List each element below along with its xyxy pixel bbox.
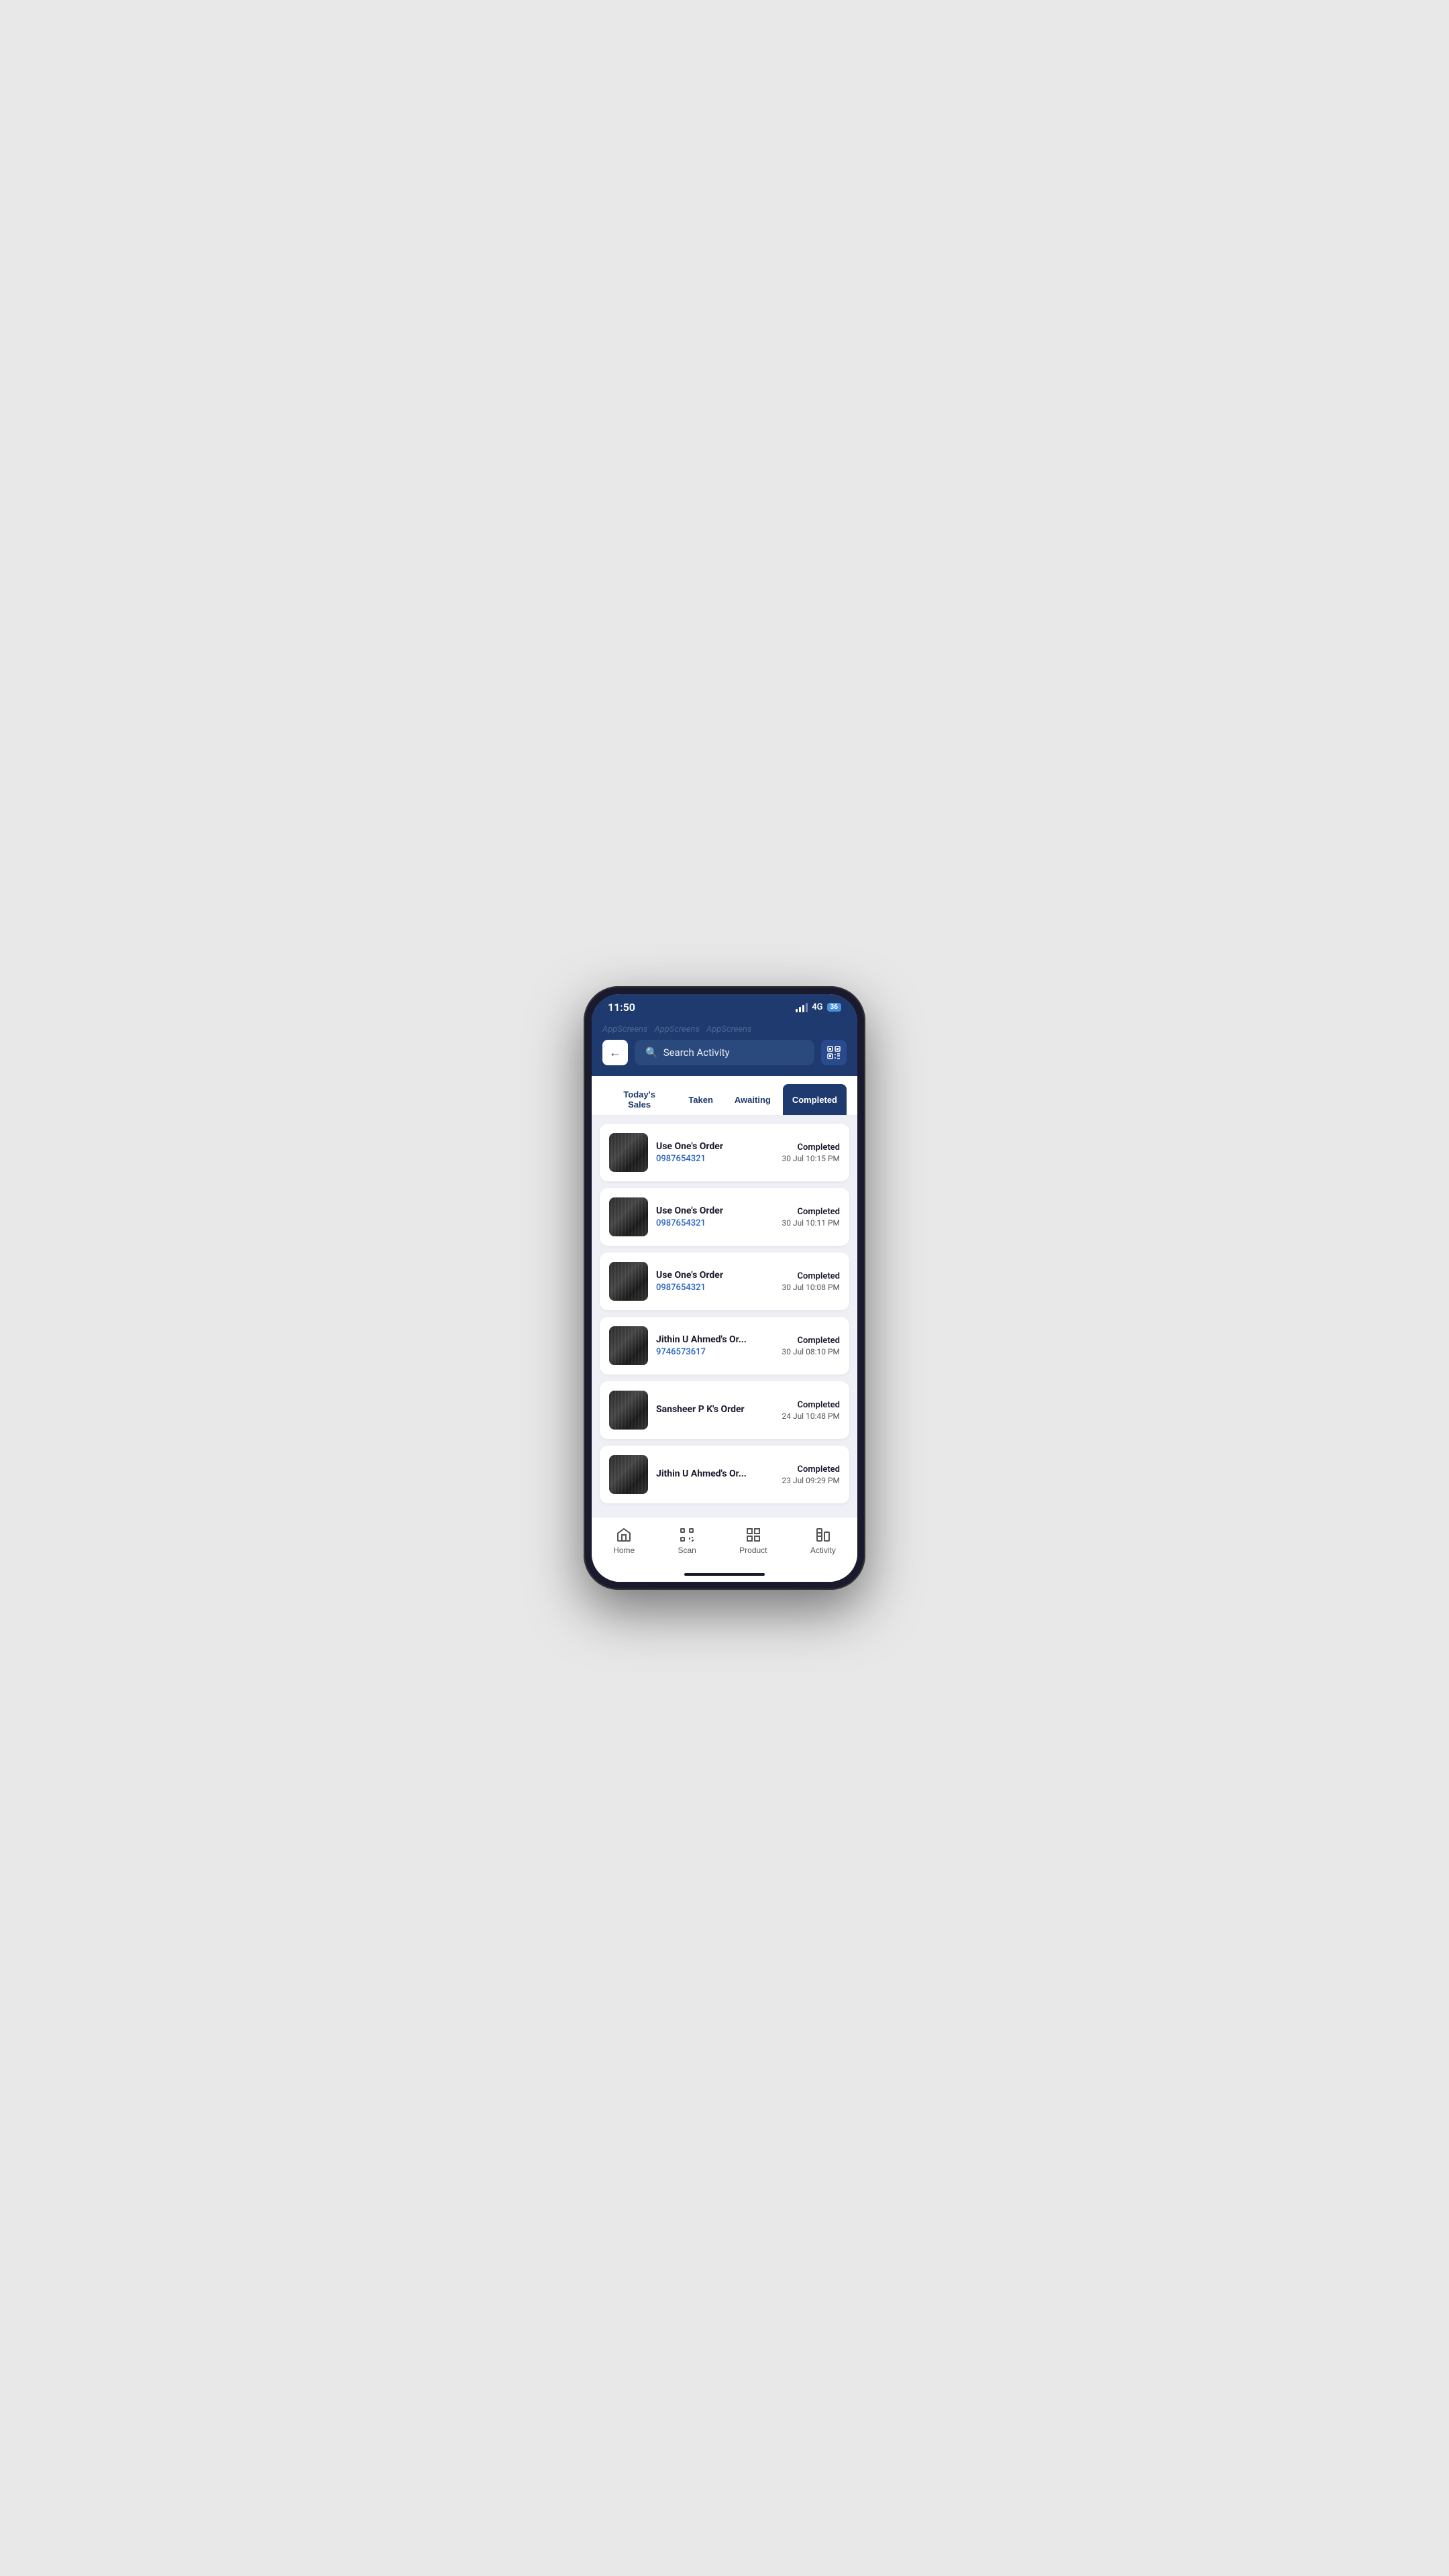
- order-info: Jithin U Ahmed's Or...: [656, 1468, 773, 1481]
- app-header: AppScreens AppScreens AppScreens ← 🔍 Sea…: [592, 1018, 857, 1076]
- order-date: 23 Jul 09:29 PM: [782, 1476, 840, 1485]
- bottom-nav: Home Scan: [592, 1517, 857, 1567]
- order-status: Completed: [782, 1336, 840, 1346]
- order-info: Sansheer P K's Order: [656, 1404, 773, 1417]
- order-title: Use One's Order: [656, 1270, 773, 1281]
- watermark-3: AppScreens: [706, 1024, 751, 1034]
- order-thumbnail: [609, 1455, 648, 1494]
- home-icon: [616, 1527, 632, 1543]
- order-date: 30 Jul 10:11 PM: [782, 1218, 840, 1228]
- network-type: 4G: [812, 1002, 822, 1012]
- order-status: Completed: [782, 1142, 840, 1152]
- order-date: 30 Jul 10:08 PM: [782, 1283, 840, 1292]
- activity-icon: [815, 1527, 831, 1543]
- search-row: ← 🔍 Search Activity: [602, 1040, 847, 1065]
- order-thumbnail: [609, 1326, 648, 1365]
- order-status: Completed: [782, 1400, 840, 1410]
- qr-scan-button[interactable]: [821, 1040, 847, 1065]
- watermark-2: AppScreens: [654, 1024, 699, 1034]
- order-status-block: Completed 30 Jul 10:08 PM: [782, 1271, 840, 1292]
- list-item[interactable]: Use One's Order 0987654321 Completed 30 …: [600, 1188, 849, 1246]
- order-phone: 9746573617: [656, 1347, 773, 1357]
- watermark-1: AppScreens: [602, 1024, 647, 1034]
- search-placeholder: Search Activity: [663, 1046, 730, 1059]
- order-list: Use One's Order 0987654321 Completed 30 …: [592, 1116, 857, 1517]
- nav-item-home[interactable]: Home: [602, 1524, 645, 1558]
- tab-todays-sales[interactable]: Today's Sales: [602, 1084, 676, 1115]
- battery-indicator: 36: [827, 1003, 841, 1012]
- status-icons: 4G 36: [796, 1002, 841, 1012]
- order-info: Use One's Order 0987654321: [656, 1270, 773, 1293]
- list-item[interactable]: Sansheer P K's Order Completed 24 Jul 10…: [600, 1381, 849, 1439]
- order-phone: 0987654321: [656, 1283, 773, 1293]
- list-item[interactable]: Jithin U Ahmed's Or... Completed 23 Jul …: [600, 1446, 849, 1503]
- status-time: 11:50: [608, 1001, 635, 1014]
- order-status: Completed: [782, 1271, 840, 1281]
- order-thumbnail: [609, 1197, 648, 1236]
- order-title: Use One's Order: [656, 1205, 773, 1216]
- order-status: Completed: [782, 1464, 840, 1474]
- tab-awaiting[interactable]: Awaiting: [725, 1084, 780, 1115]
- list-item[interactable]: Use One's Order 0987654321 Completed 30 …: [600, 1252, 849, 1310]
- status-bar: 11:50 4G 36: [592, 994, 857, 1018]
- order-date: 30 Jul 08:10 PM: [782, 1347, 840, 1356]
- nav-item-product[interactable]: Product: [729, 1524, 777, 1558]
- watermark-row: AppScreens AppScreens AppScreens: [602, 1024, 847, 1034]
- order-phone: 0987654321: [656, 1218, 773, 1228]
- order-date: 24 Jul 10:48 PM: [782, 1411, 840, 1421]
- phone-screen: 11:50 4G 36 AppScreens AppScreens AppScr…: [592, 994, 857, 1582]
- back-arrow-icon: ←: [609, 1046, 621, 1060]
- scan-icon: [679, 1527, 695, 1543]
- order-info: Use One's Order 0987654321: [656, 1141, 773, 1164]
- list-item[interactable]: Use One's Order 0987654321 Completed 30 …: [600, 1124, 849, 1181]
- order-thumbnail: [609, 1133, 648, 1172]
- order-status-block: Completed 23 Jul 09:29 PM: [782, 1464, 840, 1485]
- home-indicator: [592, 1567, 857, 1582]
- order-thumbnail: [609, 1391, 648, 1430]
- order-info: Use One's Order 0987654321: [656, 1205, 773, 1228]
- order-title: Jithin U Ahmed's Or...: [656, 1468, 773, 1479]
- nav-label-product: Product: [739, 1546, 767, 1555]
- order-thumbnail: [609, 1262, 648, 1301]
- order-title: Use One's Order: [656, 1141, 773, 1152]
- order-status: Completed: [782, 1207, 840, 1217]
- tab-taken[interactable]: Taken: [679, 1084, 722, 1115]
- nav-label-activity: Activity: [810, 1546, 836, 1555]
- back-button[interactable]: ←: [602, 1040, 628, 1065]
- nav-item-activity[interactable]: Activity: [800, 1524, 847, 1558]
- order-status-block: Completed 30 Jul 08:10 PM: [782, 1336, 840, 1356]
- order-status-block: Completed 30 Jul 10:11 PM: [782, 1207, 840, 1228]
- nav-label-home: Home: [613, 1546, 635, 1555]
- phone-device: 11:50 4G 36 AppScreens AppScreens AppScr…: [584, 986, 865, 1590]
- search-icon: 🔍: [645, 1046, 658, 1059]
- qr-code-icon: [827, 1046, 841, 1059]
- order-info: Jithin U Ahmed's Or... 9746573617: [656, 1334, 773, 1357]
- search-bar[interactable]: 🔍 Search Activity: [635, 1040, 814, 1065]
- order-title: Sansheer P K's Order: [656, 1404, 773, 1415]
- order-status-block: Completed 30 Jul 10:15 PM: [782, 1142, 840, 1163]
- list-item[interactable]: Jithin U Ahmed's Or... 9746573617 Comple…: [600, 1317, 849, 1375]
- nav-item-scan[interactable]: Scan: [667, 1524, 706, 1558]
- tabs-row: Today's Sales Taken Awaiting Completed: [592, 1076, 857, 1116]
- nav-label-scan: Scan: [678, 1546, 696, 1555]
- order-phone: 0987654321: [656, 1154, 773, 1164]
- signal-bars-icon: [796, 1003, 808, 1012]
- order-status-block: Completed 24 Jul 10:48 PM: [782, 1400, 840, 1421]
- tab-completed[interactable]: Completed: [783, 1084, 847, 1115]
- product-icon: [745, 1527, 761, 1543]
- order-date: 30 Jul 10:15 PM: [782, 1154, 840, 1163]
- order-title: Jithin U Ahmed's Or...: [656, 1334, 773, 1345]
- home-bar: [684, 1573, 765, 1576]
